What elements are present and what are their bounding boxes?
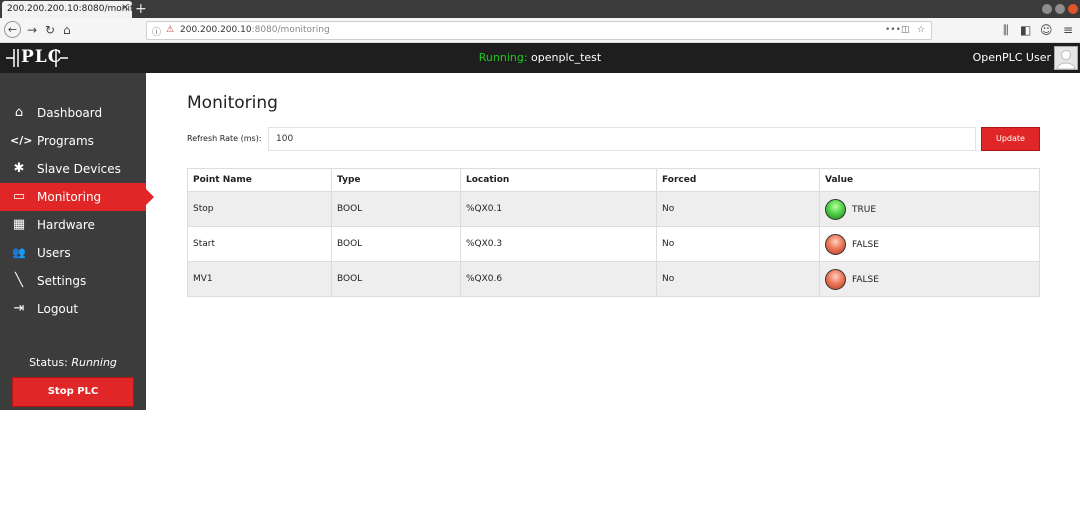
code-icon: </> [10,134,33,147]
address-bar[interactable]: ⓘ ⚠ 200.200.200.10:8080/monitoring ••• ◫… [146,21,932,40]
sidebar-item-programs[interactable]: </> Programs [0,127,146,155]
app-header: PLC Running: openplc_test OpenPLC User [0,43,1080,73]
program-name: openplc_test [531,51,602,64]
url-host: 200.200.200.10 [180,25,252,35]
insecure-lock-icon[interactable]: ⚠ [166,25,174,35]
value-cell: FALSE [819,261,1040,297]
monitor-icon: ▭ [12,189,26,204]
led-on-icon [825,198,846,220]
sidebar-item-label: Dashboard [37,106,103,120]
maximize-window-icon[interactable] [1055,4,1065,14]
forced-cell: No [656,191,820,227]
monitoring-table: Point Name Type Location Forced Value St… [187,168,1040,297]
update-button[interactable]: Update [981,127,1040,151]
location-cell: %QX0.6 [460,261,657,297]
sidebar-item-slave-devices[interactable]: ✱ Slave Devices [0,155,146,183]
column-header-value: Value [819,168,1040,192]
wrench-icon: ╲ [15,273,23,288]
stop-plc-button[interactable]: Stop PLC [12,377,134,407]
led-off-icon [825,268,846,290]
sidebar-item-label: Slave Devices [37,162,121,176]
running-label: Running: [478,51,528,64]
tab-title: 200.200.200.10:8080/monitoring [7,4,132,14]
table-header-row: Point Name Type Location Forced Value [187,168,1040,192]
chip-icon: ▦ [12,217,26,232]
atom-icon: ✱ [13,161,25,176]
sidebar: ⌂ Dashboard </> Programs ✱ Slave Devices… [0,73,154,410]
users-icon: 👥 [12,246,26,259]
user-avatar-icon [1056,50,1076,69]
status-value: Running [71,356,117,369]
sidebar-item-settings[interactable]: ╲ Settings [0,267,146,295]
column-header-location: Location [460,168,657,192]
page-actions-icon[interactable]: ••• [885,25,901,35]
column-header-point-name: Point Name [187,168,332,192]
forward-icon[interactable]: → [27,22,37,38]
sidebar-item-label: Programs [37,134,94,148]
value-cell: TRUE [819,191,1040,227]
status-label: Status: [29,356,68,369]
sidebar-item-users[interactable]: 👥 Users [0,239,146,267]
back-icon[interactable]: ← [4,21,21,38]
location-cell: %QX0.3 [460,226,657,262]
table-row[interactable]: MV1 BOOL %QX0.6 No FALSE [187,261,1040,297]
type-cell: BOOL [331,191,461,227]
browser-tab[interactable]: 200.200.200.10:8080/monitoring × [2,1,132,18]
value-cell: FALSE [819,226,1040,262]
menu-icon[interactable]: ≡ [1063,22,1073,38]
tab-close-icon[interactable]: × [121,2,129,13]
plc-status: Status: Running [0,356,146,369]
column-header-forced: Forced [656,168,820,192]
column-header-type: Type [331,168,461,192]
forced-cell: No [656,226,820,262]
browser-titlebar: 200.200.200.10:8080/monitoring × + [0,0,1080,18]
avatar[interactable] [1054,46,1078,70]
sidebar-item-label: Settings [37,274,87,288]
sidebar-item-label: Logout [37,302,79,316]
sidebar-toggle-icon[interactable]: ◧ [1020,22,1031,38]
value-text: FALSE [852,274,879,285]
url-path: :8080/monitoring [251,25,330,35]
sidebar-item-label: Monitoring [37,190,102,204]
logout-icon: ⇥ [13,301,25,316]
library-icon[interactable]: ⫼ [1003,22,1009,38]
url-text: 200.200.200.10:8080/monitoring [180,25,330,35]
table-row[interactable]: Stop BOOL %QX0.1 No TRUE [187,191,1040,227]
point-name-cell: Stop [187,191,332,227]
sidebar-item-monitoring[interactable]: ▭ Monitoring [0,183,154,211]
home-icon[interactable]: ⌂ [63,22,71,38]
home-icon: ⌂ [14,105,24,120]
table-row[interactable]: Start BOOL %QX0.3 No FALSE [187,226,1040,262]
reload-icon[interactable]: ↻ [45,22,55,38]
sidebar-item-label: Users [37,246,71,260]
refresh-rate-label: Refresh Rate (ms): [187,134,262,143]
point-name-cell: Start [187,226,332,262]
value-text: FALSE [852,239,879,250]
minimize-window-icon[interactable] [1042,4,1052,14]
refresh-rate-input[interactable]: 100 [268,127,976,151]
sidebar-item-hardware[interactable]: ▦ Hardware [0,211,146,239]
led-off-icon [825,233,846,255]
sidebar-item-label: Hardware [37,218,95,232]
browser-navbar: ← → ↻ ⌂ ⓘ ⚠ 200.200.200.10:8080/monitori… [0,18,1080,43]
type-cell: BOOL [331,226,461,262]
forced-cell: No [656,261,820,297]
new-tab-button[interactable]: + [135,1,147,17]
info-icon[interactable]: ⓘ [152,25,161,38]
bookmark-star-icon[interactable]: ☆ [917,25,925,35]
type-cell: BOOL [331,261,461,297]
pocket-icon[interactable]: ◫ [901,25,910,35]
account-icon[interactable]: ☺ [1040,22,1053,38]
point-name-cell: MV1 [187,261,332,297]
location-cell: %QX0.1 [460,191,657,227]
close-window-icon[interactable] [1068,4,1078,14]
sidebar-item-logout[interactable]: ⇥ Logout [0,295,146,323]
sidebar-item-dashboard[interactable]: ⌂ Dashboard [0,99,146,127]
value-text: TRUE [852,204,877,215]
run-status: Running: openplc_test [0,51,1080,64]
user-name[interactable]: OpenPLC User [973,51,1051,64]
page-title: Monitoring [187,93,278,113]
